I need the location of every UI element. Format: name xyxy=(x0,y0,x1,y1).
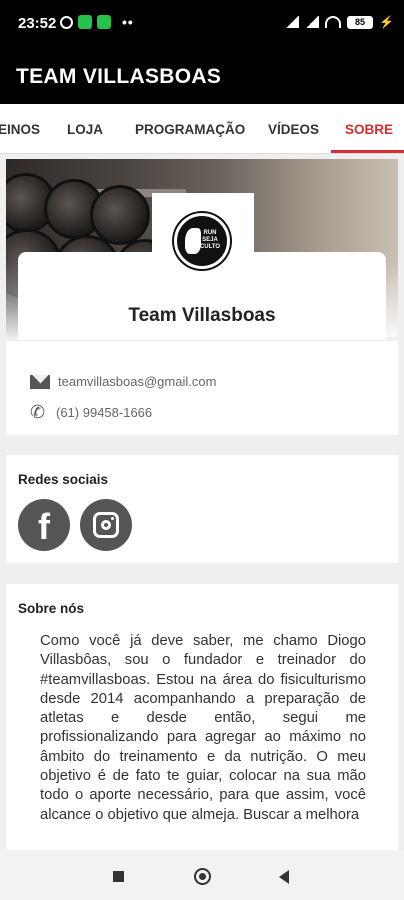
app-bar: TEAM VILLASBOAS xyxy=(0,48,404,104)
home-button[interactable] xyxy=(194,868,211,885)
battery-icon: 85 xyxy=(347,15,374,29)
team-logo: RUN SEJA CULTO xyxy=(174,213,230,269)
active-tab-indicator xyxy=(331,150,404,153)
social-section-title: Redes sociais xyxy=(18,472,109,487)
phone-text[interactable]: (61) 99458-1666 xyxy=(56,405,152,420)
tab-videos[interactable]: VÍDEOS xyxy=(268,104,319,153)
profile-name: Team Villasboas xyxy=(128,305,276,326)
facebook-button[interactable]: f xyxy=(18,499,70,551)
phone-row[interactable]: ✆ (61) 99458-1666 xyxy=(30,403,152,421)
cellular-signal-icon xyxy=(285,16,300,28)
phone-icon: ✆ xyxy=(30,402,46,422)
whatsapp-icon xyxy=(97,15,111,29)
email-text[interactable]: teamvillasboas@gmail.com xyxy=(58,374,216,389)
social-card: Redes sociais f xyxy=(6,455,398,563)
status-time: 23:52 xyxy=(18,15,57,32)
facebook-icon: f xyxy=(38,506,50,547)
cellular-signal-icon-2 xyxy=(305,16,320,28)
contact-card: teamvillasboas@gmail.com ✆ (61) 99458-16… xyxy=(6,340,398,435)
tab-loja[interactable]: LOJA xyxy=(67,104,103,153)
back-button[interactable] xyxy=(279,870,289,884)
about-text: Como você já deve saber, me chamo Diogo … xyxy=(40,633,366,823)
about-page-content[interactable]: RUN SEJA CULTO Team Villasboas teamvilla… xyxy=(0,155,404,850)
system-navigation-bar xyxy=(0,850,404,900)
email-row[interactable]: teamvillasboas@gmail.com xyxy=(30,374,216,389)
whatsapp-business-icon xyxy=(78,15,92,29)
about-card: Sobre nós Como você já deve saber, me ch… xyxy=(6,584,398,850)
tab-programacao[interactable]: PROGRAMAÇÃO xyxy=(135,104,245,153)
tab-sobre[interactable]: SOBRE xyxy=(345,104,393,153)
profile-logo-frame: RUN SEJA CULTO xyxy=(152,193,254,295)
instagram-button[interactable] xyxy=(80,499,132,551)
about-section-title: Sobre nós xyxy=(18,601,85,616)
instagram-icon xyxy=(93,512,119,538)
status-bar: 23:52 •• 85 ⚡ xyxy=(0,0,404,48)
email-icon xyxy=(30,374,50,389)
recent-apps-button[interactable] xyxy=(113,871,124,882)
alarm-icon xyxy=(60,15,73,29)
wifi-icon xyxy=(325,16,342,28)
app-title: TEAM VILLASBOAS xyxy=(16,65,222,88)
more-notifications-indicator: •• xyxy=(122,14,134,30)
tab-bar: EINOS LOJA PROGRAMAÇÃO VÍDEOS SOBRE xyxy=(0,104,404,154)
charging-icon: ⚡ xyxy=(379,15,394,29)
tab-treinos[interactable]: EINOS xyxy=(0,104,40,153)
